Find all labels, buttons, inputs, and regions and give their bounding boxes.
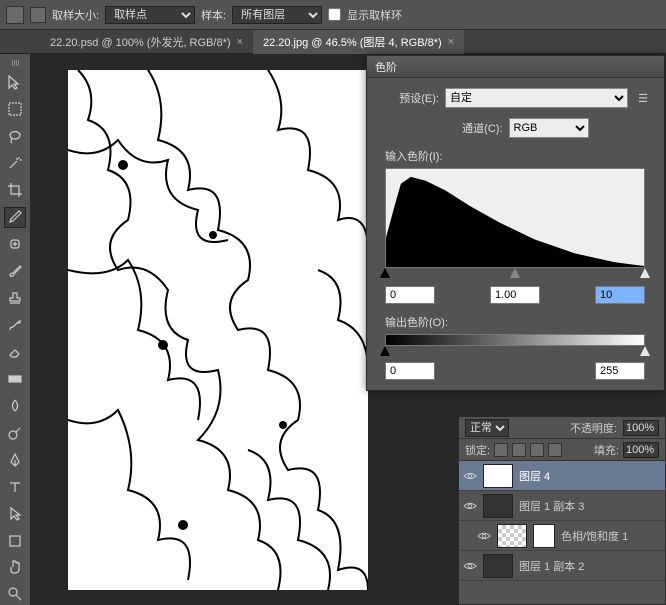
preset-menu-icon[interactable]: ☰ — [634, 92, 652, 105]
document-tab-bar: 22.20.psd @ 100% (外发光, RGB/8*) × 22.20.j… — [0, 30, 666, 54]
panel-grip[interactable] — [4, 60, 26, 66]
zoom-tool[interactable] — [4, 584, 26, 605]
layer-name: 色相/饱和度 1 — [561, 528, 628, 544]
visibility-toggle[interactable] — [463, 469, 477, 483]
visibility-toggle[interactable] — [477, 529, 491, 543]
output-slider-track[interactable] — [385, 346, 645, 358]
brush-tool[interactable] — [4, 261, 26, 282]
spot-heal-tool[interactable] — [4, 234, 26, 255]
highlight-slider[interactable] — [640, 268, 650, 278]
levels-dialog: 色阶 预设(E): 自定 ☰ 通道(C): RGB 输入色阶(I): 输出色阶(… — [366, 55, 665, 391]
eyedropper-tool-icon — [6, 6, 24, 24]
layers-list: 图层 4 图层 1 副本 3 色相/饱和度 1 图层 1 副本 2 — [459, 461, 665, 581]
layer-item[interactable]: 色相/饱和度 1 — [459, 521, 665, 551]
lasso-tool[interactable] — [4, 126, 26, 147]
fill-label: 填充: — [594, 442, 619, 458]
layer-name: 图层 1 副本 2 — [519, 558, 584, 574]
layer-name: 图层 1 副本 3 — [519, 498, 584, 514]
tab-document-2[interactable]: 22.20.jpg @ 46.5% (图层 4, RGB/8*) × — [253, 30, 464, 54]
fill-input[interactable] — [623, 442, 659, 458]
preset-select[interactable]: 自定 — [445, 88, 628, 108]
lock-position-icon[interactable] — [530, 443, 544, 457]
visibility-toggle[interactable] — [463, 559, 477, 573]
tab-label: 22.20.jpg @ 46.5% (图层 4, RGB/8*) — [263, 34, 442, 50]
layer-thumbnail — [483, 554, 513, 578]
layer-thumbnail — [483, 494, 513, 518]
output-levels-label: 输出色阶(O): — [385, 314, 652, 330]
input-highlight-value[interactable] — [595, 286, 645, 304]
output-shadow-slider[interactable] — [380, 346, 390, 356]
document-canvas[interactable] — [68, 70, 368, 590]
dialog-titlebar[interactable]: 色阶 — [367, 56, 664, 78]
histogram — [385, 168, 645, 268]
lock-transparent-icon[interactable] — [494, 443, 508, 457]
adjustment-thumbnail — [497, 524, 527, 548]
layer-mask-thumbnail — [533, 524, 555, 548]
show-ring-checkbox[interactable] — [328, 8, 341, 21]
lock-all-icon[interactable] — [548, 443, 562, 457]
channel-select[interactable]: RGB — [509, 118, 589, 138]
input-slider-track[interactable] — [385, 268, 645, 282]
midtone-slider[interactable] — [510, 268, 520, 278]
sample-select[interactable]: 所有图层 — [232, 6, 322, 24]
opacity-label: 不透明度: — [570, 420, 617, 436]
lock-label: 锁定: — [465, 442, 490, 458]
shape-tool[interactable] — [4, 530, 26, 551]
sample-size-select[interactable]: 取样点 — [105, 6, 195, 24]
gradient-tool[interactable] — [4, 368, 26, 389]
dialog-title: 色阶 — [375, 62, 397, 74]
options-bar: 取样大小: 取样点 样本: 所有图层 显示取样环 — [0, 0, 666, 30]
close-icon[interactable]: × — [237, 36, 243, 48]
move-tool[interactable] — [4, 72, 26, 93]
channel-label: 通道(C): — [443, 120, 503, 136]
sample-size-label: 取样大小: — [52, 7, 99, 23]
magic-wand-tool[interactable] — [4, 153, 26, 174]
input-midtone-value[interactable] — [490, 286, 540, 304]
crop-tool[interactable] — [4, 180, 26, 201]
tools-panel — [0, 54, 30, 605]
pen-tool[interactable] — [4, 449, 26, 470]
layer-name: 图层 4 — [519, 468, 550, 484]
shadow-slider[interactable] — [380, 268, 390, 278]
dodge-tool[interactable] — [4, 422, 26, 443]
layers-panel: 正常 不透明度: 锁定: 填充: 图层 4 图层 1 副本 3 色相/饱和度 1 — [458, 416, 666, 605]
layer-item[interactable]: 图层 4 — [459, 461, 665, 491]
layer-item[interactable]: 图层 1 副本 3 — [459, 491, 665, 521]
marquee-tool[interactable] — [4, 99, 26, 120]
layer-thumbnail — [483, 464, 513, 488]
blend-mode-select[interactable]: 正常 — [465, 419, 509, 437]
output-highlight-value[interactable] — [595, 362, 645, 380]
output-highlight-slider[interactable] — [640, 346, 650, 356]
sample-label: 样本: — [201, 7, 226, 23]
stamp-tool[interactable] — [4, 288, 26, 309]
opacity-input[interactable] — [623, 420, 659, 436]
lock-pixels-icon[interactable] — [512, 443, 526, 457]
type-tool[interactable] — [4, 476, 26, 497]
eraser-tool[interactable] — [4, 341, 26, 362]
marble-texture — [68, 70, 368, 590]
tab-document-1[interactable]: 22.20.psd @ 100% (外发光, RGB/8*) × — [40, 30, 253, 54]
eyedropper-tool[interactable] — [4, 207, 26, 228]
input-levels-label: 输入色阶(I): — [385, 148, 652, 164]
layer-item[interactable]: 图层 1 副本 2 — [459, 551, 665, 581]
close-icon[interactable]: × — [448, 36, 454, 48]
visibility-toggle[interactable] — [463, 499, 477, 513]
show-ring-label: 显示取样环 — [347, 7, 402, 23]
blur-tool[interactable] — [4, 395, 26, 416]
output-shadow-value[interactable] — [385, 362, 435, 380]
sample-preset-icon[interactable] — [30, 7, 46, 23]
path-select-tool[interactable] — [4, 503, 26, 524]
preset-label: 预设(E): — [379, 90, 439, 106]
tab-label: 22.20.psd @ 100% (外发光, RGB/8*) — [50, 34, 231, 50]
hand-tool[interactable] — [4, 557, 26, 578]
output-gradient — [385, 334, 645, 346]
history-brush-tool[interactable] — [4, 315, 26, 336]
input-shadow-value[interactable] — [385, 286, 435, 304]
